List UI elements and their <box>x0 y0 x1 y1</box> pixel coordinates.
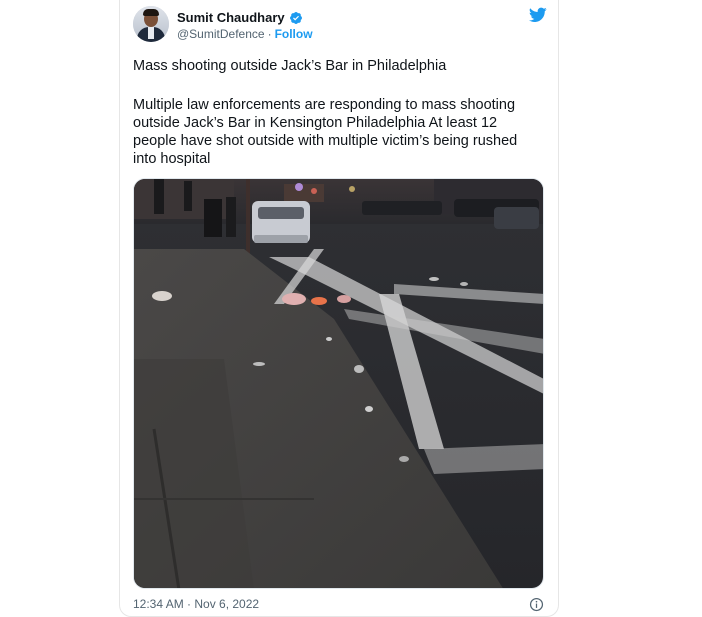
verified-badge-icon <box>289 11 302 24</box>
tweet-body: Multiple law enforcements are responding… <box>133 97 518 167</box>
follow-button[interactable]: Follow <box>275 27 313 41</box>
author-handle-row: @SumitDefence · Follow <box>177 27 313 41</box>
tweet-header: Sumit Chaudhary @SumitDefence · Follow <box>133 6 547 44</box>
tweet-card: Sumit Chaudhary @SumitDefence · Follow M… <box>119 0 559 617</box>
tweet-video-thumbnail[interactable] <box>133 178 544 589</box>
street-scene-image <box>134 179 543 588</box>
tweet-timestamp[interactable]: 12:34 AM · Nov 6, 2022 <box>133 597 259 611</box>
tweet-footer: 12:34 AM · Nov 6, 2022 <box>133 597 544 613</box>
info-icon[interactable] <box>529 597 544 612</box>
twitter-bird-icon[interactable] <box>529 7 547 23</box>
tweet-headline: Mass shooting outside Jack’s Bar in Phil… <box>133 58 447 74</box>
author-avatar[interactable] <box>133 6 169 42</box>
author-name-row: Sumit Chaudhary <box>177 10 303 25</box>
author-name[interactable]: Sumit Chaudhary <box>177 10 285 25</box>
author-handle[interactable]: @SumitDefence <box>177 27 265 41</box>
handle-separator: · <box>267 27 272 41</box>
